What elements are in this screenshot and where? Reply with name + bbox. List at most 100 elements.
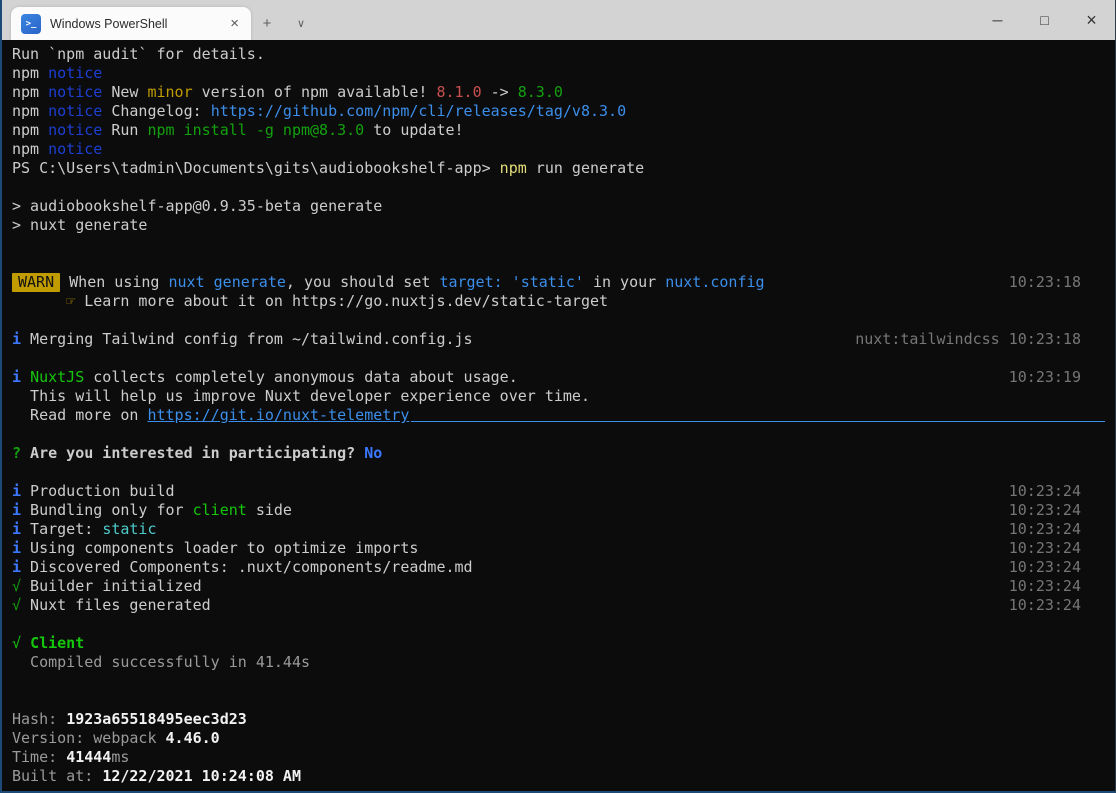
close-button[interactable]: ×	[1068, 0, 1115, 40]
terminal-text: target: 'static'	[439, 273, 584, 292]
new-tab-button[interactable]: +	[251, 7, 283, 40]
link-underline-extension	[411, 421, 1105, 422]
terminal-line: Read more on https://git.io/nuxt-telemet…	[12, 406, 1115, 425]
timestamp: 10:23:19	[1009, 368, 1115, 387]
timestamp: 10:23:24	[1009, 539, 1115, 558]
terminal-line: Version: webpack 4.46.0	[12, 729, 1115, 748]
info-icon: i	[12, 330, 21, 349]
terminal-text: Hash:	[12, 710, 66, 729]
terminal-line: npm notice Run npm install -g npm@8.3.0 …	[12, 121, 1115, 140]
terminal-line: Hash: 1923a65518495eec3d23	[12, 710, 1115, 729]
terminal-text: client	[193, 501, 247, 520]
terminal-line	[12, 691, 1115, 710]
titlebar: >_ Windows PowerShell × + ∨ ─ □ ×	[2, 0, 1115, 40]
changelog-url[interactable]: https://github.com/npm/cli/releases/tag/…	[211, 102, 626, 121]
static-target-url[interactable]: https://go.nuxtjs.dev/static-target	[292, 292, 608, 311]
terminal-text: notice	[48, 121, 102, 140]
terminal-line: i NuxtJS collects completely anonymous d…	[12, 368, 1115, 387]
terminal-text: npm	[12, 102, 48, 121]
terminal-line: WARN When using nuxt generate, you shoul…	[12, 273, 1115, 292]
info-icon: i	[12, 558, 21, 577]
terminal-text: npm	[12, 83, 48, 102]
terminal-line: Built at: 12/22/2021 10:24:08 AM	[12, 767, 1115, 786]
terminal-text: npm	[500, 159, 527, 178]
terminal-text: minor	[147, 83, 192, 102]
terminal-text: Builder initialized	[21, 577, 202, 596]
tab-close-icon[interactable]: ×	[228, 15, 241, 32]
built-at: 12/22/2021 10:24:08 AM	[102, 767, 301, 786]
terminal-line: ? Are you interested in participating? N…	[12, 444, 1115, 463]
terminal-line	[12, 254, 1115, 273]
terminal-line: i Using components loader to optimize im…	[12, 539, 1115, 558]
terminal-text: New	[102, 83, 147, 102]
terminal-text: to update!	[364, 121, 463, 140]
terminal-text: npm	[12, 121, 48, 140]
terminal-text: Built at:	[12, 767, 102, 786]
info-icon: i	[12, 520, 21, 539]
terminal-line: npm notice Changelog: https://github.com…	[12, 102, 1115, 121]
terminal-text: Changelog:	[102, 102, 210, 121]
build-time: 41444	[66, 748, 111, 767]
terminal-line	[12, 235, 1115, 254]
prompt-path: PS C:\Users\tadmin\Documents\gits\audiob…	[12, 159, 500, 178]
terminal-text: npm	[12, 140, 48, 159]
terminal-text: npm install -g npm@8.3.0	[147, 121, 364, 140]
maximize-button[interactable]: □	[1021, 0, 1068, 40]
info-icon: i	[12, 368, 21, 387]
terminal-text: ms	[111, 748, 129, 767]
terminal-line: npm notice	[12, 140, 1115, 159]
timestamp: 10:23:24	[1009, 482, 1115, 501]
terminal-text: Read more on	[12, 406, 147, 425]
terminal-text	[12, 292, 66, 311]
terminal-text: Using components loader to optimize impo…	[21, 539, 418, 558]
terminal-line: ☞ Learn more about it on https://go.nuxt…	[12, 292, 1115, 311]
terminal-text: Production build	[21, 482, 175, 501]
terminal-line	[12, 349, 1115, 368]
timestamp: 10:23:24	[1009, 596, 1115, 615]
check-icon: √	[12, 596, 21, 615]
terminal-text: , you should set	[286, 273, 440, 292]
terminal-output[interactable]: Run `npm audit` for details.npm noticenp…	[2, 40, 1115, 791]
terminal-text: When using	[60, 273, 168, 292]
terminal-text: nuxt.config	[665, 273, 764, 292]
minimize-button[interactable]: ─	[974, 0, 1021, 40]
telemetry-url[interactable]: https://git.io/nuxt-telemetry	[147, 406, 409, 425]
terminal-text: > nuxt generate	[12, 216, 147, 235]
terminal-text: NuxtJS	[30, 368, 84, 387]
terminal-text: static	[102, 520, 156, 539]
pointing-finger-icon: ☞	[66, 292, 75, 311]
terminal-text: 8.3.0	[518, 83, 563, 102]
timestamp: 10:23:24	[1009, 520, 1115, 539]
terminal-line: Time: 41444ms	[12, 748, 1115, 767]
terminal-line	[12, 311, 1115, 330]
terminal-text: notice	[48, 102, 102, 121]
info-icon: i	[12, 539, 21, 558]
terminal-text: Bundling only for	[21, 501, 193, 520]
terminal-text: Learn more about it on	[75, 292, 292, 311]
terminal-line: i Production build10:23:24	[12, 482, 1115, 501]
tab-dropdown-button[interactable]: ∨	[283, 7, 319, 40]
terminal-text: run generate	[527, 159, 644, 178]
terminal-text: Client	[30, 634, 84, 653]
terminal-text: This will help us improve Nuxt developer…	[12, 387, 590, 406]
terminal-text: ->	[482, 83, 518, 102]
terminal-text: > audiobookshelf-app@0.9.35-beta generat…	[12, 197, 382, 216]
terminal-text: version of npm available!	[193, 83, 437, 102]
terminal-text: Compiled successfully in 41.44s	[12, 653, 310, 672]
terminal-text: Merging Tailwind config from ~/tailwind.…	[21, 330, 473, 349]
terminal-text: Discovered Components: .nuxt/components/…	[21, 558, 473, 577]
check-icon: √	[12, 577, 21, 596]
terminal-text: in your	[584, 273, 665, 292]
terminal-text: Version: webpack	[12, 729, 166, 748]
terminal-text: Nuxt files generated	[21, 596, 211, 615]
timestamp: 10:23:24	[1009, 558, 1115, 577]
info-icon: i	[12, 501, 21, 520]
terminal-line	[12, 463, 1115, 482]
powershell-icon-glyph: >_	[26, 19, 37, 29]
tab-windows-powershell[interactable]: >_ Windows PowerShell ×	[11, 7, 251, 40]
question-icon: ?	[12, 444, 21, 463]
terminal-line: Compiled successfully in 41.44s	[12, 653, 1115, 672]
terminal-line: npm notice	[12, 64, 1115, 83]
terminal-line: This will help us improve Nuxt developer…	[12, 387, 1115, 406]
terminal-text: Run	[102, 121, 147, 140]
